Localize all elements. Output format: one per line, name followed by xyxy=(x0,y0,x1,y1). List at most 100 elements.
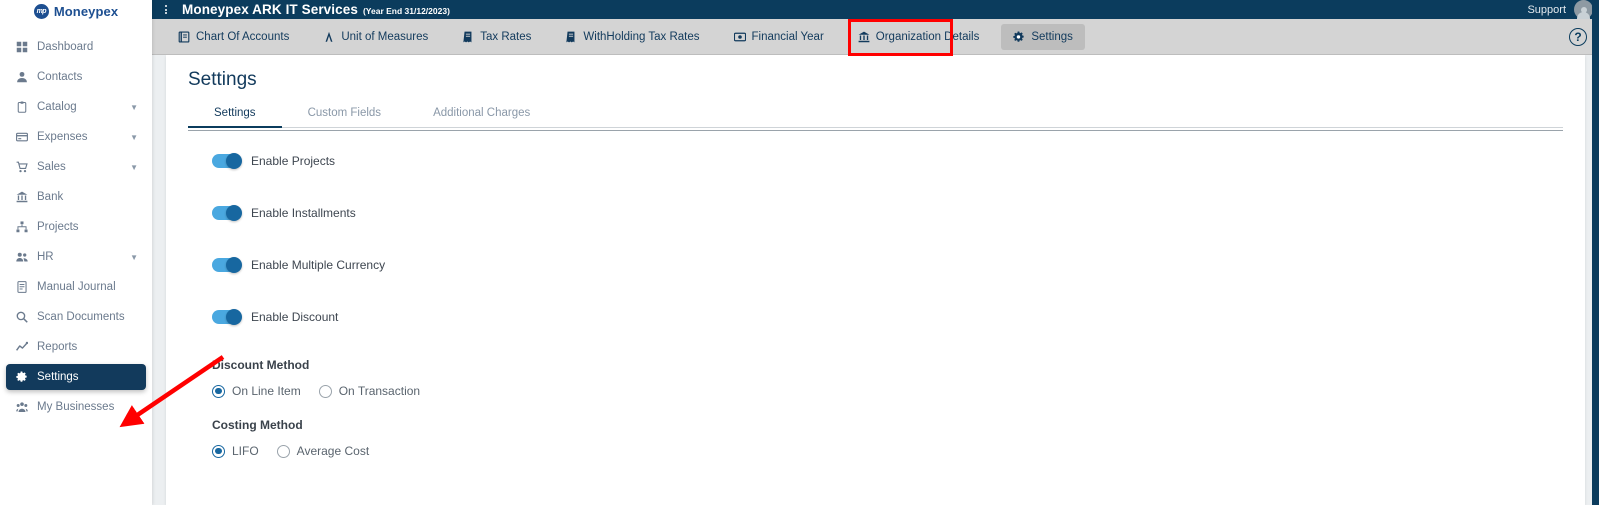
radio-label: On Line Item xyxy=(232,384,301,398)
sidebar-item-scan-documents[interactable]: Scan Documents xyxy=(6,304,146,330)
gears-icon xyxy=(14,371,30,383)
subnav-item-tax-rates[interactable]: Tax Rates xyxy=(450,24,543,50)
chevron-down-icon[interactable]: ▼ xyxy=(130,253,138,262)
sidebar-item-label: Scan Documents xyxy=(37,311,125,323)
content-area: Settings Settings Custom Fields Additional… xyxy=(152,55,1599,505)
costing-method-section: Costing Method LIFO Average Cost xyxy=(212,418,1563,458)
toggle-enable-multiple-currency[interactable] xyxy=(212,257,242,273)
subnav-item-organization-details[interactable]: Organization Details xyxy=(846,24,992,50)
sidebar-item-label: Sales xyxy=(37,161,66,173)
subnav-item-settings[interactable]: Settings xyxy=(1001,23,1085,50)
chevron-down-icon[interactable]: ▼ xyxy=(130,163,138,172)
money-bill-icon xyxy=(733,31,746,43)
subnav-item-label: Financial Year xyxy=(751,30,824,43)
sidebar-item-expenses[interactable]: Expenses ▼ xyxy=(6,124,146,150)
settings-card: Settings Settings Custom Fields Additional… xyxy=(166,55,1585,505)
sitemap-icon xyxy=(14,221,30,233)
toggle-enable-installments[interactable] xyxy=(212,205,242,221)
radio-label: Average Cost xyxy=(296,444,370,458)
sidebar-item-contacts[interactable]: Contacts xyxy=(6,64,146,90)
sidebar-item-manual-journal[interactable]: Manual Journal xyxy=(6,274,146,300)
sidebar-item-label: Catalog xyxy=(37,101,77,113)
toggle-enable-discount[interactable] xyxy=(212,309,242,325)
compass-icon xyxy=(323,31,335,43)
settings-tabs: Settings Custom Fields Additional Charges xyxy=(188,101,1563,131)
chevron-down-icon[interactable]: ▼ xyxy=(130,103,138,112)
chart-line-icon xyxy=(14,341,30,353)
toggle-label: Enable Multiple Currency xyxy=(251,258,386,272)
user-icon xyxy=(14,71,30,83)
sidebar-item-bank[interactable]: Bank xyxy=(6,184,146,210)
subnav-item-label: Settings xyxy=(1031,30,1073,43)
toggle-row: Enable Multiple Currency xyxy=(212,254,1563,276)
subnav-item-label: WithHolding Tax Rates xyxy=(583,30,700,43)
radio-option-on-line-item[interactable]: On Line Item xyxy=(212,384,301,398)
sidebar-item-label: HR xyxy=(37,251,54,263)
subnav-item-label: Organization Details xyxy=(875,30,980,43)
gears-icon xyxy=(1013,30,1025,43)
avatar[interactable] xyxy=(1574,0,1593,19)
toggle-label: Enable Discount xyxy=(251,310,339,324)
toggle-enable-projects[interactable] xyxy=(212,153,242,169)
brand-logo[interactable]: mp Moneypex xyxy=(0,0,152,22)
support-link[interactable]: Support xyxy=(1527,4,1566,16)
radio-indicator[interactable] xyxy=(212,384,225,398)
toggle-label: Enable Installments xyxy=(251,206,356,220)
settings-body: Enable Projects Enable Installments Enable… xyxy=(188,128,1563,458)
settings-subnav: Chart Of Accounts Unit of Measures Tax Rat… xyxy=(152,19,1599,55)
top-header-right: Support xyxy=(1527,0,1593,19)
card-icon xyxy=(14,131,30,143)
subnav-item-chart-of-accounts[interactable]: Chart Of Accounts xyxy=(166,24,301,50)
radio-option-lifo[interactable]: LIFO xyxy=(212,444,259,458)
subnav-item-financial-year[interactable]: Financial Year xyxy=(722,24,836,50)
user-avatar-icon xyxy=(1574,0,1593,19)
top-header: Moneypex ARK IT Services (Year End 31/12… xyxy=(152,0,1599,19)
radio-indicator[interactable] xyxy=(276,444,290,458)
receipt-icon xyxy=(565,31,577,43)
sidebar-item-sales[interactable]: Sales ▼ xyxy=(6,154,146,180)
page-scrollbar[interactable] xyxy=(1592,0,1599,505)
toggle-list: Enable Projects Enable Installments Enable… xyxy=(212,150,1563,328)
tab-custom-fields[interactable]: Custom Fields xyxy=(282,101,408,128)
sidebar-item-label: Expenses xyxy=(37,131,88,143)
radio-indicator[interactable] xyxy=(212,444,225,458)
radio-indicator[interactable] xyxy=(318,384,332,398)
tab-additional-charges[interactable]: Additional Charges xyxy=(407,101,556,128)
company-title: Moneypex ARK IT Services xyxy=(182,2,358,17)
subnav-item-withholding-tax-rates[interactable]: WithHolding Tax Rates xyxy=(553,24,711,50)
receipt-icon xyxy=(462,31,474,43)
subnav-item-label: Unit of Measures xyxy=(341,30,429,43)
chevron-down-icon[interactable]: ▼ xyxy=(130,133,138,142)
page-title: Settings xyxy=(188,69,257,90)
radio-option-on-transaction[interactable]: On Transaction xyxy=(318,384,421,398)
sidebar-item-hr[interactable]: HR ▼ xyxy=(6,244,146,270)
toggle-row: Enable Discount xyxy=(212,306,1563,328)
sidebar-item-settings[interactable]: Settings xyxy=(6,364,146,390)
radio-label: On Transaction xyxy=(338,384,421,398)
costing-method-options: LIFO Average Cost xyxy=(212,444,1563,458)
toggle-row: Enable Projects xyxy=(212,150,1563,172)
discount-method-section: Discount Method On Line Item On Transacti… xyxy=(212,358,1563,398)
help-circle-icon[interactable]: ? xyxy=(1569,27,1587,46)
tab-settings[interactable]: Settings xyxy=(188,101,282,128)
sidebar-item-dashboard[interactable]: Dashboard xyxy=(6,34,146,60)
cart-icon xyxy=(14,161,30,173)
radio-option-average-cost[interactable]: Average Cost xyxy=(276,444,370,458)
subnav-item-unit-of-measures[interactable]: Unit of Measures xyxy=(311,24,440,50)
sidebar-item-label: Dashboard xyxy=(37,41,94,53)
kebab-menu-icon[interactable] xyxy=(160,5,172,14)
sidebar-item-my-businesses[interactable]: My Businesses xyxy=(6,394,146,420)
toggle-row: Enable Installments xyxy=(212,202,1563,224)
search-icon xyxy=(14,311,30,323)
subnav-item-label: Tax Rates xyxy=(480,30,532,43)
sidebar-item-projects[interactable]: Projects xyxy=(6,214,146,240)
sidebar-item-label: My Businesses xyxy=(37,401,115,413)
discount-method-options: On Line Item On Transaction xyxy=(212,384,1563,398)
sidebar-item-reports[interactable]: Reports xyxy=(6,334,146,360)
sidebar-item-label: Projects xyxy=(37,221,79,233)
grid-icon xyxy=(14,41,30,53)
journal-icon xyxy=(14,281,30,293)
sidebar-item-catalog[interactable]: Catalog ▼ xyxy=(6,94,146,120)
book-icon xyxy=(178,30,190,43)
users-group-icon xyxy=(14,401,30,413)
